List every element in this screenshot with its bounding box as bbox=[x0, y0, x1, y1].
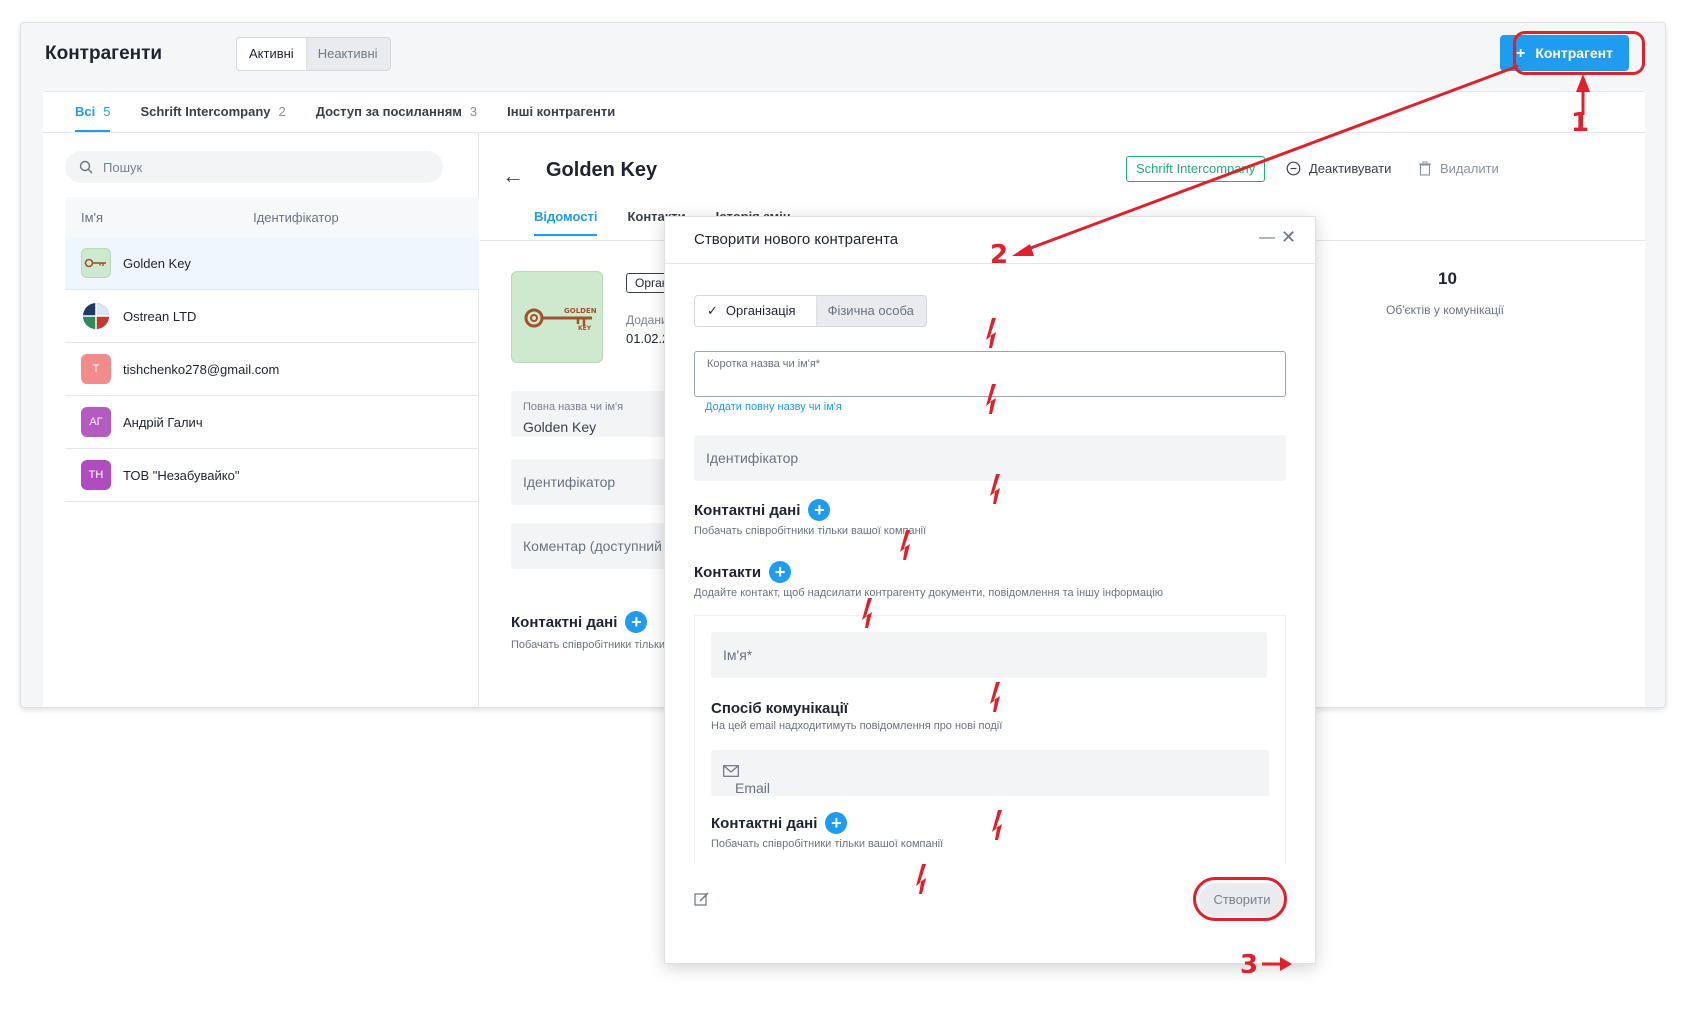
key-icon bbox=[84, 258, 106, 268]
svg-text:GOLDEN: GOLDEN bbox=[564, 307, 597, 315]
contact-name-input[interactable]: Ім'я* bbox=[711, 632, 1267, 678]
highlight-create-button bbox=[1193, 877, 1287, 921]
list-item[interactable]: ТН ТОВ "Незабувайко" bbox=[65, 449, 479, 502]
annotation-number: 3 bbox=[1240, 950, 1259, 980]
highlight-add-button bbox=[1513, 31, 1645, 75]
inner-contact-data-subtitle: Побачать співробітники тільки вашої комп… bbox=[711, 838, 944, 850]
contact-data-subtitle: Побачать співробітники тільки в bbox=[511, 639, 674, 651]
add-inner-contact-data-icon[interactable]: + bbox=[825, 812, 848, 834]
annotation-number: 1 bbox=[1571, 108, 1590, 138]
filter-inactive[interactable]: Неактивні bbox=[306, 38, 390, 70]
category-tabs: Всі 5 Schrift Intercompany 2 Доступ за пос… bbox=[43, 92, 645, 132]
contacts-subtitle: Додайте контакт, щоб надсилати контраген… bbox=[694, 587, 1164, 599]
avatar: АГ bbox=[81, 407, 111, 437]
list-item[interactable]: T tishchenko278@gmail.com bbox=[65, 343, 479, 396]
contact-data-subtitle: Побачать співробітники тільки вашої комп… bbox=[694, 525, 927, 537]
minus-circle-icon bbox=[1286, 161, 1301, 176]
contact-data-heading: Контактні дані + bbox=[511, 611, 648, 633]
page-title: Контрагенти bbox=[45, 43, 163, 64]
mail-icon bbox=[723, 765, 739, 777]
list-header: Ім'я Ідентифікатор bbox=[65, 197, 479, 237]
comm-method-heading: Спосіб комунікації bbox=[711, 700, 848, 717]
ostrean-logo-icon bbox=[83, 303, 109, 329]
avatar: T bbox=[81, 354, 111, 384]
type-organization[interactable]: ✓ Організація bbox=[695, 296, 816, 326]
close-icon[interactable]: ✕ bbox=[1281, 227, 1296, 248]
add-contact-data-icon[interactable]: + bbox=[808, 499, 831, 521]
tab-link-access[interactable]: Доступ за посиланням 3 bbox=[316, 92, 477, 132]
add-contact-icon[interactable]: + bbox=[769, 561, 792, 583]
edit-icon[interactable] bbox=[694, 891, 710, 912]
check-icon: ✓ bbox=[707, 303, 718, 318]
avatar bbox=[81, 248, 111, 278]
identifier-input[interactable]: Ідентифікатор bbox=[694, 435, 1286, 481]
stat-value: 10 bbox=[1438, 269, 1457, 288]
type-selector: ✓ Організація Фізична особа bbox=[694, 295, 927, 327]
inner-contact-data-heading: Контактні дані + bbox=[711, 812, 848, 834]
counterparty-list: Пошук Ім'я Ідентифікатор Golden Key Ostr… bbox=[43, 133, 479, 707]
tab-info[interactable]: Відомості bbox=[534, 209, 598, 236]
company-logo: GOLDEN KEY bbox=[511, 271, 603, 363]
contact-form: Ім'я* Спосіб комунікації На цей email на… bbox=[694, 615, 1286, 865]
status-filter: Активні Неактивні bbox=[236, 37, 391, 71]
tab-all[interactable]: Всі 5 bbox=[75, 92, 111, 132]
svg-text:KEY: KEY bbox=[578, 325, 592, 332]
add-full-name-link[interactable]: Додати повну назву чи ім'я bbox=[705, 401, 842, 413]
status-badge: Schrift Intercompany bbox=[1126, 156, 1266, 182]
detail-title: Golden Key bbox=[546, 159, 658, 181]
list-item[interactable]: АГ Андрій Галич bbox=[65, 396, 479, 449]
trash-icon bbox=[1419, 161, 1431, 176]
dialog-title: Створити нового контрагента bbox=[694, 231, 899, 248]
list-item[interactable]: Golden Key bbox=[65, 237, 479, 290]
list-item[interactable]: Ostrean LTD bbox=[65, 290, 479, 343]
avatar: ТН bbox=[81, 460, 111, 490]
tab-schrift-intercompany[interactable]: Schrift Intercompany 2 bbox=[140, 92, 285, 132]
annotation-number: 2 bbox=[990, 240, 1009, 270]
filter-active[interactable]: Активні bbox=[237, 38, 306, 70]
contacts-heading: Контакти + bbox=[694, 561, 792, 583]
avatar bbox=[81, 301, 111, 331]
contact-data-heading: Контактні дані + bbox=[694, 499, 831, 521]
delete-button[interactable]: Видалити bbox=[1418, 161, 1499, 176]
search-icon bbox=[79, 160, 93, 174]
stat-label: Об'єктів у комунікації bbox=[1386, 303, 1505, 317]
tab-other[interactable]: Інші контрагенти bbox=[507, 92, 615, 132]
short-name-input[interactable]: Коротка назва чи ім'я* bbox=[694, 351, 1286, 397]
deactivate-button[interactable]: Деактивувати bbox=[1286, 161, 1391, 176]
add-contact-data-icon[interactable]: + bbox=[625, 611, 648, 633]
search-input[interactable]: Пошук bbox=[65, 151, 443, 183]
minimize-icon[interactable]: — bbox=[1259, 229, 1275, 247]
create-counterparty-dialog: Створити нового контрагента — ✕ ✓ Організ… bbox=[664, 216, 1316, 964]
email-field[interactable]: Email bbox=[711, 750, 1269, 796]
comm-method-subtitle: На цей email надходитимуть повідомлення … bbox=[711, 720, 1003, 732]
type-person[interactable]: Фізична особа bbox=[816, 296, 926, 326]
back-arrow-icon[interactable]: ← bbox=[502, 163, 524, 189]
